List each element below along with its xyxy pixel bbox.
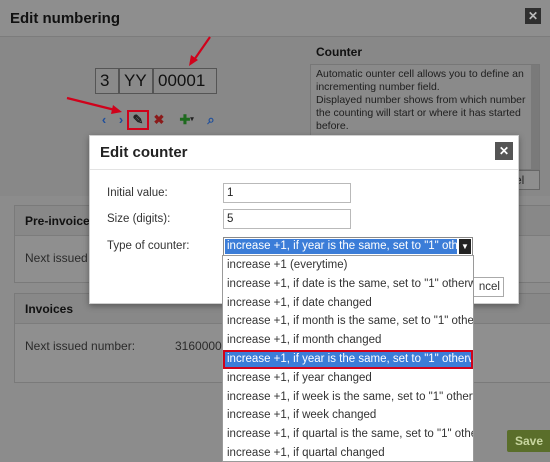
delete-icon[interactable]: ✖ bbox=[151, 112, 167, 128]
dropdown-option[interactable]: increase +1, if date changed bbox=[223, 294, 473, 313]
dropdown-option[interactable]: increase +1, if date is the same, set to… bbox=[223, 275, 473, 294]
number-segment-2[interactable]: YY bbox=[119, 68, 153, 94]
initial-value-label: Initial value: bbox=[107, 187, 168, 199]
counter-panel-title: Counter bbox=[316, 45, 362, 59]
type-select-value: increase +1, if year is the same, set to… bbox=[225, 239, 457, 254]
dropdown-option[interactable]: increase +1, if quartal changed bbox=[223, 444, 473, 461]
numbering-close-icon[interactable]: ✕ bbox=[525, 8, 541, 24]
invoices-row-label: Next issued number: bbox=[25, 339, 136, 353]
modal-title: Edit counter bbox=[100, 144, 188, 161]
number-segment-3[interactable]: 00001 bbox=[153, 68, 217, 94]
number-segment-1[interactable]: 3 bbox=[95, 68, 119, 94]
save-button[interactable]: Save bbox=[507, 430, 550, 452]
dropdown-option[interactable]: increase +1, if week is the same, set to… bbox=[223, 388, 473, 407]
numbering-dialog-title: Edit numbering bbox=[10, 10, 120, 27]
dropdown-option[interactable]: increase +1, if year changed bbox=[223, 369, 473, 388]
chevron-down-icon[interactable]: ▾ bbox=[188, 112, 196, 128]
description-scrollbar[interactable] bbox=[531, 65, 539, 169]
modal-divider bbox=[90, 169, 518, 170]
chevron-down-icon[interactable]: ▼ bbox=[459, 239, 471, 254]
type-dropdown-list: increase +1 (everytime) increase +1, if … bbox=[222, 255, 474, 462]
counter-description-text: Automatic ounter cell allows you to defi… bbox=[316, 68, 526, 132]
dropdown-option[interactable]: increase +1, if month changed bbox=[223, 331, 473, 350]
dropdown-option[interactable]: increase +1, if month is the same, set t… bbox=[223, 312, 473, 331]
type-select[interactable]: increase +1, if year is the same, set to… bbox=[223, 237, 473, 256]
dropdown-option-selected[interactable]: increase +1, if year is the same, set to… bbox=[223, 349, 473, 369]
type-label: Type of counter: bbox=[107, 240, 190, 252]
dropdown-option[interactable]: increase +1, if week changed bbox=[223, 406, 473, 425]
dropdown-option[interactable]: increase +1 (everytime) bbox=[223, 256, 473, 275]
chevron-left-icon[interactable]: ‹ bbox=[96, 112, 112, 128]
size-input[interactable]: 5 bbox=[223, 209, 351, 229]
edit-icon-highlight bbox=[127, 110, 149, 130]
invoices-row-value: 31600001 bbox=[175, 339, 229, 353]
search-icon[interactable]: ⌕ bbox=[203, 112, 219, 128]
modal-close-icon[interactable]: ✕ bbox=[495, 142, 513, 160]
initial-value-input[interactable]: 1 bbox=[223, 183, 351, 203]
dropdown-option[interactable]: increase +1, if quartal is the same, set… bbox=[223, 425, 473, 444]
size-label: Size (digits): bbox=[107, 213, 171, 225]
